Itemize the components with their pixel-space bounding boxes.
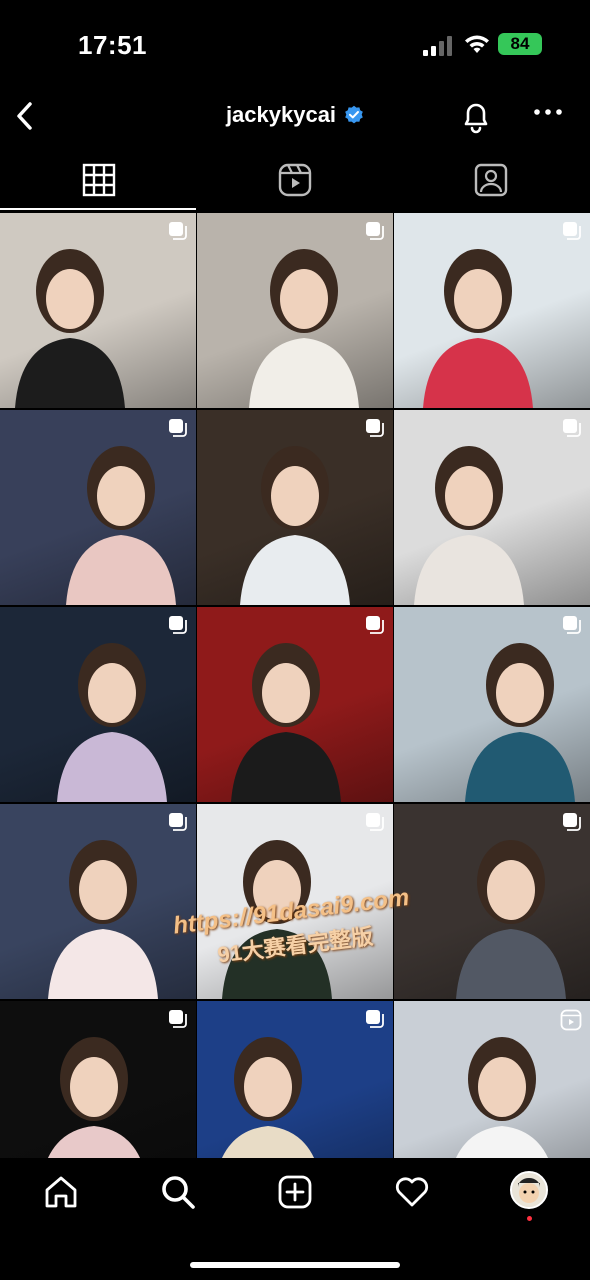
post-thumbnail[interactable]	[394, 1001, 590, 1158]
home-indicator	[190, 1262, 400, 1268]
search-icon[interactable]	[160, 1174, 196, 1210]
post-thumbnail[interactable]	[0, 213, 196, 408]
wifi-icon	[465, 35, 489, 53]
post-photo	[66, 446, 176, 605]
post-thumbnail[interactable]	[394, 213, 590, 408]
post-photo	[222, 840, 332, 999]
post-thumbnail[interactable]	[394, 410, 590, 605]
carousel-badge-icon	[563, 616, 581, 634]
post-thumbnail[interactable]	[197, 213, 393, 408]
post-thumbnail[interactable]	[197, 410, 393, 605]
post-photo	[423, 249, 533, 408]
post-photo	[222, 1037, 314, 1158]
carousel-badge-icon	[169, 419, 187, 437]
battery-level: 84	[510, 34, 530, 53]
status-time: 17:51	[78, 30, 147, 60]
carousel-badge-icon	[563, 419, 581, 437]
cellular-signal-icon	[423, 36, 452, 56]
carousel-badge-icon	[366, 222, 384, 240]
post-photo	[465, 643, 575, 802]
home-icon[interactable]	[43, 1174, 79, 1210]
carousel-badge-icon	[169, 1010, 187, 1028]
carousel-badge-icon	[366, 1010, 384, 1028]
bottom-navigation	[0, 1158, 590, 1280]
battery-indicator: 84	[498, 33, 542, 55]
post-thumbnail[interactable]	[394, 804, 590, 999]
post-thumbnail[interactable]	[0, 607, 196, 802]
profile-notification-dot	[527, 1216, 532, 1221]
reel-badge-icon	[560, 1009, 582, 1031]
post-thumbnail[interactable]	[197, 804, 393, 999]
profile-avatar[interactable]	[510, 1171, 548, 1209]
carousel-badge-icon	[169, 813, 187, 831]
post-thumbnail[interactable]	[0, 410, 196, 605]
grid-icon[interactable]	[81, 162, 117, 198]
notification-bell-icon[interactable]	[458, 98, 494, 134]
post-thumbnail[interactable]	[394, 607, 590, 802]
post-photo	[231, 643, 341, 802]
post-thumbnail[interactable]	[197, 1001, 393, 1158]
post-photo	[57, 643, 167, 802]
carousel-badge-icon	[563, 222, 581, 240]
post-thumbnail[interactable]	[197, 607, 393, 802]
profile-username: jackykycai	[225, 102, 337, 127]
carousel-badge-icon	[366, 616, 384, 634]
status-bar: 17:51 84	[0, 0, 590, 88]
posts-grid	[0, 213, 590, 1158]
post-photo	[240, 446, 350, 605]
avatar-cartoon-icon	[512, 1173, 546, 1207]
carousel-badge-icon	[169, 616, 187, 634]
carousel-badge-icon	[563, 813, 581, 831]
post-photo	[15, 249, 125, 408]
profile-tabs	[0, 152, 590, 210]
add-post-icon[interactable]	[277, 1174, 313, 1210]
post-thumbnail[interactable]	[0, 1001, 196, 1158]
post-thumbnail[interactable]	[0, 804, 196, 999]
carousel-badge-icon	[366, 813, 384, 831]
heart-icon[interactable]	[394, 1174, 430, 1210]
post-photo	[48, 840, 158, 999]
carousel-badge-icon	[366, 419, 384, 437]
carousel-badge-icon	[169, 222, 187, 240]
post-photo	[249, 249, 359, 408]
post-photo	[48, 1037, 140, 1158]
more-options-icon[interactable]	[532, 106, 564, 118]
reels-icon[interactable]	[277, 162, 313, 198]
post-photo	[414, 446, 524, 605]
tagged-person-icon[interactable]	[473, 162, 509, 198]
post-photo	[456, 840, 566, 999]
profile-header: jackykycai	[0, 88, 590, 148]
verified-badge-icon	[345, 105, 363, 124]
active-tab-indicator	[0, 208, 196, 210]
